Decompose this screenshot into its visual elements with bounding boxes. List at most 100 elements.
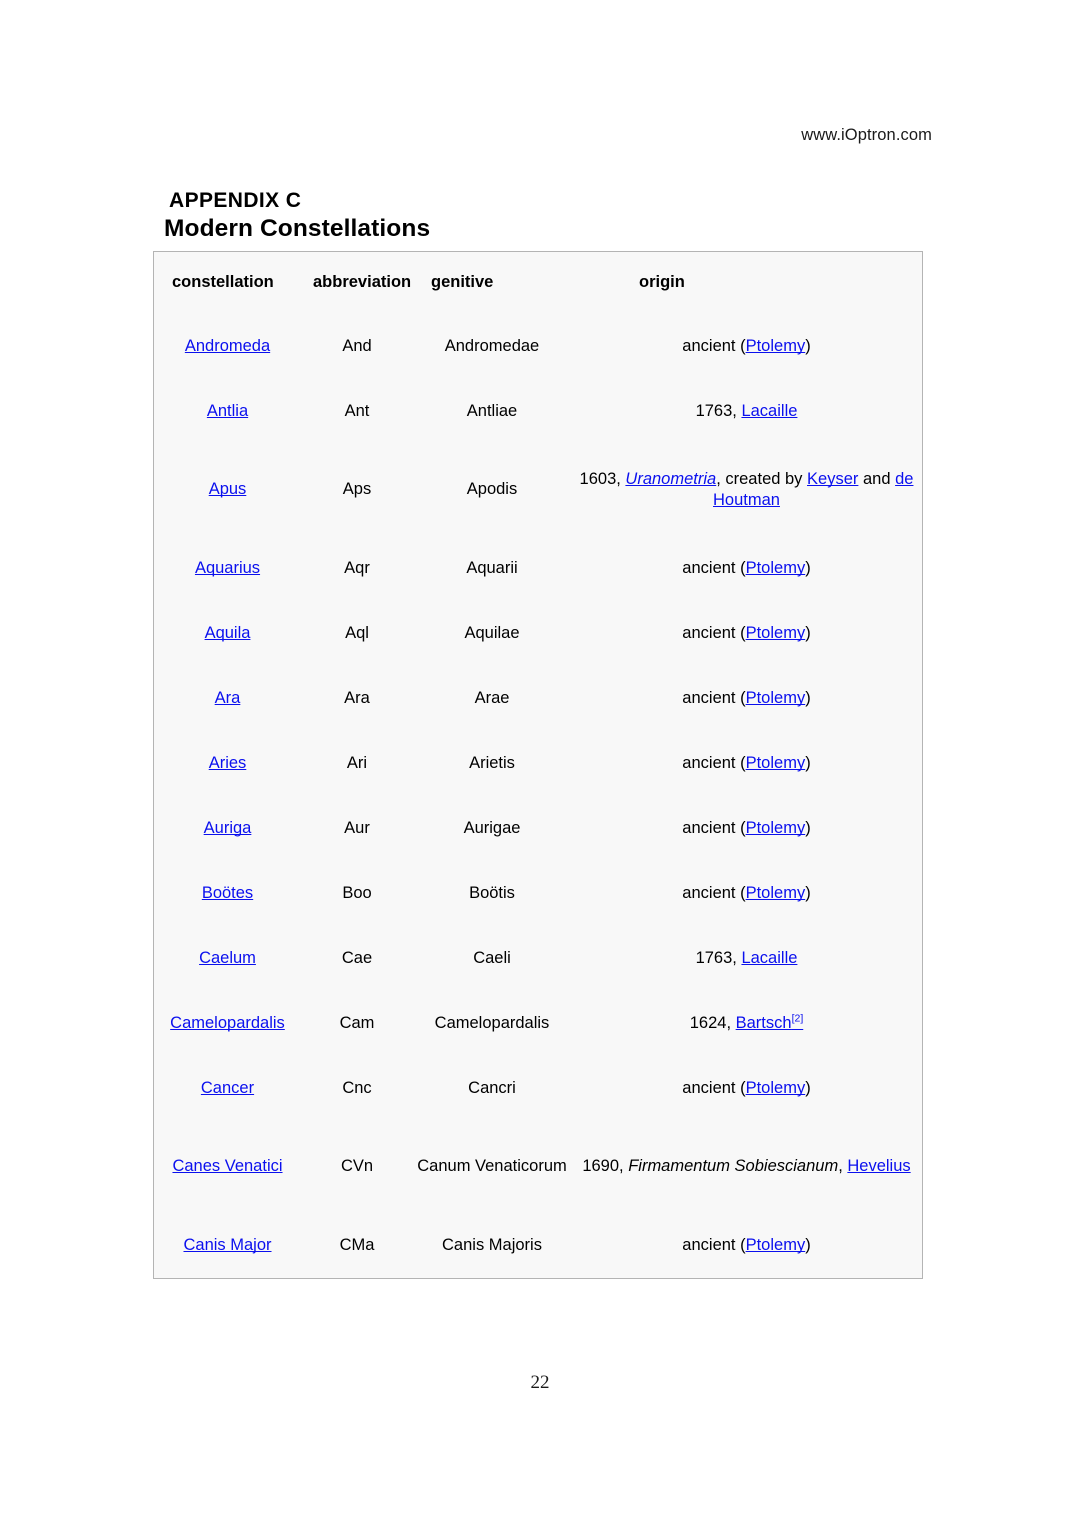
cell-genitive: Antliae xyxy=(466,401,518,420)
cell-origin: 1624, Bartsch[2] xyxy=(571,991,922,1056)
page-title: Modern Constellations xyxy=(164,214,431,242)
origin-text: ) xyxy=(805,623,811,642)
origin-link[interactable]: Ptolemy xyxy=(746,337,806,355)
cell-origin: ancient (Ptolemy) xyxy=(571,1056,922,1121)
cell-origin: 1690, Firmamentum Sobiescianum, Hevelius xyxy=(571,1121,922,1213)
origin-text: ) xyxy=(805,753,811,772)
cell-constellation: Aquarius xyxy=(154,536,301,601)
cell-constellation: Antlia xyxy=(154,379,301,444)
origin-work-link[interactable]: Uranometria xyxy=(625,470,716,488)
column-header-abbreviation: abbreviation xyxy=(313,273,412,292)
origin-text: ) xyxy=(805,336,811,355)
origin-text: ancient ( xyxy=(682,883,746,902)
table-row: Antlia Ant Antliae 1763, Lacaille xyxy=(154,379,922,444)
cell-origin: 1763, Lacaille xyxy=(571,926,922,991)
origin-text: ancient ( xyxy=(682,753,746,772)
constellation-link[interactable]: Apus xyxy=(209,480,247,498)
origin-link[interactable]: Ptolemy xyxy=(746,689,806,707)
constellation-link[interactable]: Boötes xyxy=(202,884,253,902)
origin-link[interactable]: Lacaille xyxy=(741,949,797,967)
cell-genitive: Aurigae xyxy=(463,818,521,837)
cell-origin: ancient (Ptolemy) xyxy=(571,314,922,379)
table-row: Camelopardalis Cam Camelopardalis 1624, Bar… xyxy=(154,991,922,1056)
cell-abbreviation: Ant xyxy=(344,401,370,420)
constellation-link[interactable]: Camelopardalis xyxy=(170,1014,285,1032)
citation-reference-link[interactable]: [2] xyxy=(792,1013,804,1032)
origin-link[interactable]: Bartsch xyxy=(736,1014,792,1032)
cell-abbreviation: Ari xyxy=(346,753,368,772)
cell-origin: 1763, Lacaille xyxy=(571,379,922,444)
cell-origin: 1603, Uranometria, created by Keyser and… xyxy=(571,444,922,536)
cell-constellation: Cancer xyxy=(154,1056,301,1121)
origin-link[interactable]: Lacaille xyxy=(741,402,797,420)
cell-constellation: Ara xyxy=(154,666,301,731)
cell-origin: ancient (Ptolemy) xyxy=(571,601,922,666)
table-row: Ara Ara Arae ancient (Ptolemy) xyxy=(154,666,922,731)
constellation-link[interactable]: Canis Major xyxy=(183,1236,271,1254)
cell-origin: ancient (Ptolemy) xyxy=(571,796,922,861)
origin-link[interactable]: Ptolemy xyxy=(746,1236,806,1254)
constellation-link[interactable]: Cancer xyxy=(201,1079,254,1097)
appendix-title-block: APPENDIX C Modern Constellations xyxy=(164,189,924,244)
cell-constellation: Caelum xyxy=(154,926,301,991)
cell-constellation: Camelopardalis xyxy=(154,991,301,1056)
origin-text: ancient ( xyxy=(682,558,746,577)
table-row: Canis Major CMa Canis Majoris ancient (Ptol… xyxy=(154,1213,922,1278)
page-number: 22 xyxy=(530,1372,550,1393)
document-page: www.iOptron.com APPENDIX C Modern Conste… xyxy=(0,0,1080,1527)
running-header-website: www.iOptron.com xyxy=(801,126,932,144)
cell-origin: ancient (Ptolemy) xyxy=(571,731,922,796)
constellation-link[interactable]: Aquila xyxy=(205,624,251,642)
cell-genitive: Andromedae xyxy=(444,336,540,355)
origin-text: , created by xyxy=(716,469,808,488)
table-header: constellation abbreviation genitive orig… xyxy=(154,252,922,314)
constellation-link[interactable]: Aquarius xyxy=(195,559,260,577)
cell-constellation: Canes Venatici xyxy=(154,1121,301,1213)
cell-abbreviation: Boo xyxy=(342,883,372,902)
origin-text: ancient ( xyxy=(682,688,746,707)
origin-text: , xyxy=(838,1157,848,1176)
origin-text: 1690, xyxy=(582,1157,629,1176)
appendix-label: APPENDIX C xyxy=(169,189,302,212)
origin-text: ) xyxy=(805,1078,811,1097)
cell-constellation: Andromeda xyxy=(154,314,301,379)
origin-link[interactable]: Ptolemy xyxy=(746,819,806,837)
origin-text: ancient ( xyxy=(682,1078,746,1097)
cell-genitive: Arietis xyxy=(469,753,515,772)
origin-work-title: Firmamentum Sobiescianum xyxy=(628,1157,839,1176)
cell-genitive: Canis Majoris xyxy=(442,1235,542,1254)
cell-abbreviation: Cam xyxy=(339,1013,375,1032)
cell-genitive: Boötis xyxy=(469,883,515,902)
origin-link[interactable]: Ptolemy xyxy=(746,624,806,642)
cell-abbreviation: Aur xyxy=(344,818,370,837)
origin-link[interactable]: Keyser xyxy=(807,470,858,488)
table-row: Andromeda And Andromedae ancient (Ptolemy) xyxy=(154,314,922,379)
table-row: Caelum Cae Caeli 1763, Lacaille xyxy=(154,926,922,991)
cell-genitive: Aquilae xyxy=(464,623,520,642)
constellation-link[interactable]: Andromeda xyxy=(185,337,270,355)
constellation-link[interactable]: Canes Venatici xyxy=(172,1157,282,1175)
cell-genitive: Canum Venaticorum xyxy=(417,1157,567,1176)
constellation-link[interactable]: Auriga xyxy=(204,819,252,837)
constellation-link[interactable]: Aries xyxy=(209,754,247,772)
constellation-link[interactable]: Ara xyxy=(215,689,241,707)
cell-origin: ancient (Ptolemy) xyxy=(571,861,922,926)
origin-text: ancient ( xyxy=(682,623,746,642)
origin-link[interactable]: Ptolemy xyxy=(746,754,806,772)
constellation-link[interactable]: Caelum xyxy=(199,949,256,967)
origin-text: 1603, xyxy=(579,469,626,488)
origin-link[interactable]: Ptolemy xyxy=(746,884,806,902)
table-row: Cancer Cnc Cancri ancient (Ptolemy) xyxy=(154,1056,922,1121)
origin-text: 1624, xyxy=(689,1013,736,1032)
origin-link[interactable]: Ptolemy xyxy=(746,559,806,577)
cell-genitive: Caeli xyxy=(473,948,511,967)
origin-link[interactable]: Ptolemy xyxy=(746,1079,806,1097)
cell-abbreviation: Aql xyxy=(345,623,369,642)
cell-origin: ancient (Ptolemy) xyxy=(571,1213,922,1278)
origin-text: ) xyxy=(805,1235,811,1254)
table-row: Aquila Aql Aquilae ancient (Ptolemy) xyxy=(154,601,922,666)
origin-text: ancient ( xyxy=(682,336,746,355)
origin-link[interactable]: Hevelius xyxy=(847,1157,910,1175)
constellation-link[interactable]: Antlia xyxy=(207,402,248,420)
cell-constellation: Boötes xyxy=(154,861,301,926)
